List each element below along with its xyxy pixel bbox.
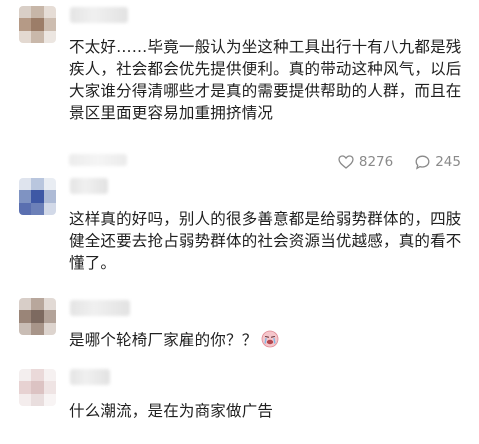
like-count: 8276 bbox=[358, 154, 394, 170]
username-blurred[interactable] bbox=[70, 369, 110, 385]
comment-text: 不太好……毕竟一般认为坐这种工具出行十有八九都是残疾人，社会都会优先提供便利。真… bbox=[69, 38, 462, 122]
comment-item: 不太好……毕竟一般认为坐这种工具出行十有八九都是残疾人，社会都会优先提供便利。真… bbox=[0, 0, 479, 170]
heart-outline-icon bbox=[338, 155, 354, 169]
avatar[interactable] bbox=[19, 178, 56, 215]
comment-text: 这样真的好吗，别人的很多善意都是给弱势群体的，四肢健全还要去抢占弱势群体的社会资… bbox=[69, 210, 462, 272]
comment-text: 什么潮流，是在为商家做广告 bbox=[69, 402, 274, 420]
comment-bubble-icon bbox=[415, 155, 430, 170]
like-button[interactable]: 8276 bbox=[338, 154, 393, 170]
username-blurred[interactable] bbox=[70, 178, 108, 194]
avatar[interactable] bbox=[19, 298, 56, 335]
avatar[interactable] bbox=[19, 6, 56, 43]
avatar[interactable] bbox=[19, 369, 56, 406]
comment-actions: 8276 245 bbox=[338, 154, 461, 170]
username-blurred[interactable] bbox=[70, 300, 130, 316]
reply-button[interactable]: 245 bbox=[415, 154, 461, 170]
comment-text: 是哪个轮椅厂家雇的你？？ bbox=[69, 329, 467, 351]
crying-face-emoji bbox=[261, 330, 279, 348]
username-blurred[interactable] bbox=[70, 7, 128, 23]
comment-item: 什么潮流，是在为商家做广告 bbox=[0, 0, 479, 420]
comment-text-content: 是哪个轮椅厂家雇的你？？ bbox=[69, 331, 258, 349]
reply-header-blurred bbox=[69, 154, 127, 166]
reply-count: 245 bbox=[435, 154, 461, 170]
